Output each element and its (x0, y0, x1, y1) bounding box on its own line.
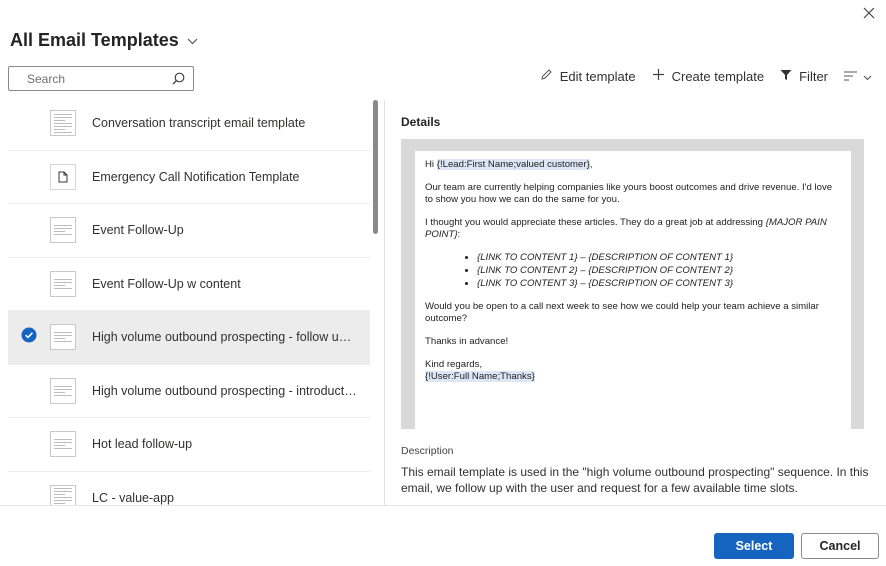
document-icon (50, 163, 76, 190)
template-view-selector[interactable]: All Email Templates (10, 30, 198, 51)
template-thumbnail-icon (50, 484, 76, 505)
details-pane: Details Hi {!Lead:First Name;valued cust… (384, 100, 879, 505)
dialog-title: All Email Templates (10, 30, 179, 50)
template-thumbnail-icon (50, 217, 76, 244)
template-name: Event Follow-Up (92, 223, 184, 238)
preview-bullet: {LINK TO CONTENT 3} – {DESCRIPTION OF CO… (477, 278, 841, 290)
row-thumbnail-cell (50, 377, 92, 404)
greeting-token: {!Lead:First Name;valued customer} (436, 159, 590, 170)
row-thumbnail-cell (50, 270, 92, 297)
template-list-item[interactable]: Conversation transcript email template (8, 97, 370, 151)
close-button[interactable] (858, 4, 880, 26)
template-list-item[interactable]: High volume outbound prospecting - follo… (8, 311, 370, 365)
cancel-button[interactable]: Cancel (801, 533, 879, 559)
edit-template-label: Edit template (559, 68, 636, 84)
template-name: Emergency Call Notification Template (92, 169, 300, 184)
email-preview: Hi {!Lead:First Name;valued customer}, O… (415, 151, 851, 429)
preview-signoff: Kind regards, (425, 359, 483, 370)
template-list-item[interactable]: Hot lead follow-up (8, 418, 370, 472)
row-thumbnail-cell (50, 324, 92, 351)
row-thumbnail-cell (50, 163, 92, 190)
view-options-button[interactable] (844, 69, 872, 84)
filter-icon (780, 69, 792, 84)
row-thumbnail-cell (50, 110, 92, 137)
row-check-cell (8, 327, 50, 348)
template-name: High volume outbound prospecting - intro… (92, 383, 358, 398)
footer-divider (0, 505, 886, 506)
toolbar: Edit template Create template Filter (540, 68, 872, 84)
preview-paragraph-3: Would you be open to a call next week to… (425, 301, 819, 324)
search-icon[interactable] (172, 72, 185, 85)
template-list-item[interactable]: Emergency Call Notification Template (8, 151, 370, 204)
select-button[interactable]: Select (714, 533, 794, 559)
list-scrollbar-thumb[interactable] (373, 100, 378, 234)
create-template-label: Create template (671, 68, 765, 84)
row-thumbnail-cell (50, 217, 92, 244)
pencil-icon (540, 68, 553, 84)
greeting-prefix: Hi (425, 159, 437, 170)
close-icon (863, 6, 875, 24)
template-list: Conversation transcript email template Em… (8, 97, 370, 505)
template-thumbnail-icon (50, 110, 76, 137)
chevron-down-icon (187, 32, 198, 50)
template-list-item[interactable]: Event Follow-Up (8, 204, 370, 258)
row-thumbnail-cell (50, 484, 92, 505)
paragraph-2-suffix: : (457, 229, 461, 240)
search-input[interactable] (27, 71, 172, 86)
template-list-item[interactable]: High volume outbound prospecting - intro… (8, 365, 370, 418)
template-list-item[interactable]: LC - value-app (8, 472, 370, 505)
search-box (8, 66, 194, 91)
paragraph-2-text: I thought you would appreciate these art… (425, 217, 766, 228)
template-name: Conversation transcript email template (92, 116, 306, 131)
preview-paragraph-1: Our team are currently helping companies… (425, 182, 833, 205)
template-list-item[interactable]: Event Follow-Up w content (8, 258, 370, 311)
template-thumbnail-icon (50, 270, 76, 297)
description-label: Description (401, 445, 454, 457)
edit-template-button[interactable]: Edit template (540, 68, 636, 84)
greeting-suffix: , (589, 159, 593, 170)
row-thumbnail-cell (50, 431, 92, 458)
preview-paragraph-4: Thanks in advance! (425, 336, 509, 347)
preview-bullet: {LINK TO CONTENT 1} – {DESCRIPTION OF CO… (477, 252, 841, 264)
template-thumbnail-icon (50, 377, 76, 404)
template-name: High volume outbound prospecting - follo… (92, 330, 358, 345)
sort-lines-icon (844, 69, 857, 84)
preview-bullet-list: {LINK TO CONTENT 1} – {DESCRIPTION OF CO… (477, 252, 841, 290)
create-template-button[interactable]: Create template (652, 68, 765, 84)
preview-signature: {!User:Full Name;Thanks} (425, 371, 841, 383)
filter-label: Filter (799, 68, 828, 84)
checkmark-circle-icon (21, 327, 37, 348)
template-thumbnail-icon (50, 431, 76, 458)
filter-button[interactable]: Filter (780, 69, 828, 84)
template-name: Hot lead follow-up (92, 437, 193, 452)
chevron-down-icon (863, 69, 872, 84)
email-preview-frame: Hi {!Lead:First Name;valued customer}, O… (401, 139, 864, 429)
description-text: This email template is used in the "high… (401, 465, 869, 495)
template-name: LC - value-app (92, 490, 174, 505)
template-thumbnail-icon (50, 324, 76, 351)
preview-greeting: Hi {!Lead:First Name;valued customer}, (425, 159, 841, 171)
plus-icon (652, 68, 665, 84)
preview-paragraph-2: I thought you would appreciate these art… (425, 217, 841, 241)
signature-token: {!User:Full Name;Thanks} (425, 371, 535, 382)
details-heading: Details (401, 115, 441, 129)
preview-bullet: {LINK TO CONTENT 2} – {DESCRIPTION OF CO… (477, 265, 841, 277)
template-name: Event Follow-Up w content (92, 276, 241, 291)
